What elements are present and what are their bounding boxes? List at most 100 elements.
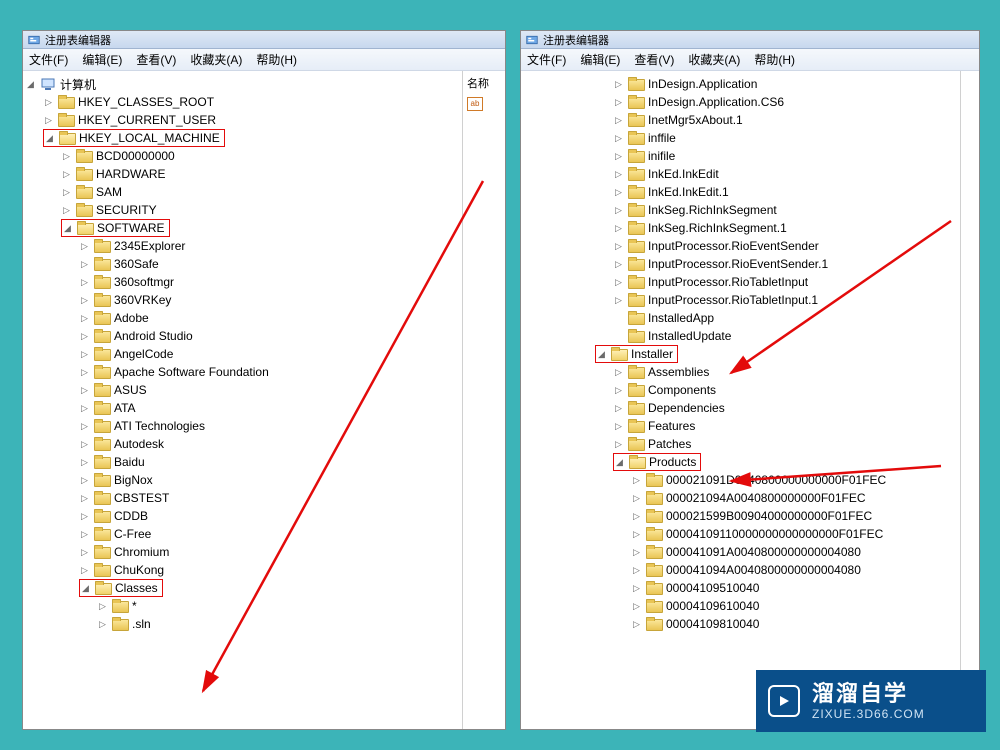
expand-toggle[interactable]: ▷ <box>97 601 108 612</box>
tree-item[interactable]: ◢Installer <box>523 345 960 363</box>
tree-item[interactable]: ◢HKEY_LOCAL_MACHINE <box>25 129 462 147</box>
expand-toggle[interactable]: ▷ <box>631 547 642 558</box>
tree-item[interactable]: ▷Features <box>523 417 960 435</box>
menu-view[interactable]: 查看(V) <box>136 51 176 68</box>
expand-toggle[interactable]: ▷ <box>631 475 642 486</box>
tree-item[interactable]: ▷000021599B00904000000000F01FEC <box>523 507 960 525</box>
tree-item[interactable]: InstalledApp <box>523 309 960 327</box>
tree-item[interactable]: ▷Assemblies <box>523 363 960 381</box>
tree-item[interactable]: ▷inifile <box>523 147 960 165</box>
collapse-toggle[interactable]: ◢ <box>44 133 55 144</box>
expand-toggle[interactable]: ▷ <box>631 493 642 504</box>
menu-file[interactable]: 文件(F) <box>29 51 68 68</box>
titlebar[interactable]: 注册表编辑器 <box>521 31 979 49</box>
expand-toggle[interactable]: ▷ <box>613 187 624 198</box>
expand-toggle[interactable]: ▷ <box>43 115 54 126</box>
tree-item[interactable]: ◢SOFTWARE <box>25 219 462 237</box>
expand-toggle[interactable]: ▷ <box>79 547 90 558</box>
expand-toggle[interactable]: ▷ <box>79 259 90 270</box>
tree-item[interactable]: ▷ATA <box>25 399 462 417</box>
collapse-toggle[interactable]: ◢ <box>596 349 607 360</box>
expand-toggle[interactable]: ▷ <box>79 439 90 450</box>
menubar[interactable]: 文件(F) 编辑(E) 查看(V) 收藏夹(A) 帮助(H) <box>23 49 505 71</box>
collapse-toggle[interactable]: ◢ <box>614 457 625 468</box>
tree-item[interactable]: ▷000041091A0040800000000004080 <box>523 543 960 561</box>
menubar[interactable]: 文件(F) 编辑(E) 查看(V) 收藏夹(A) 帮助(H) <box>521 49 979 71</box>
tree-item[interactable]: ▷Components <box>523 381 960 399</box>
expand-toggle[interactable]: ▷ <box>97 619 108 630</box>
tree-item[interactable]: ▷InDesign.Application.CS6 <box>523 93 960 111</box>
expand-toggle[interactable]: ▷ <box>613 79 624 90</box>
expand-toggle[interactable]: ▷ <box>61 169 72 180</box>
expand-toggle[interactable]: ▷ <box>79 385 90 396</box>
expand-toggle[interactable]: ▷ <box>79 565 90 576</box>
tree-item[interactable]: ▷360Safe <box>25 255 462 273</box>
expand-toggle[interactable]: ▷ <box>79 331 90 342</box>
tree-item[interactable]: ▷SAM <box>25 183 462 201</box>
tree-item[interactable]: ▷BCD00000000 <box>25 147 462 165</box>
tree-item[interactable]: ▷SECURITY <box>25 201 462 219</box>
expand-toggle[interactable]: ▷ <box>613 367 624 378</box>
tree-item[interactable]: ▷00004109610040 <box>523 597 960 615</box>
titlebar[interactable]: 注册表编辑器 <box>23 31 505 49</box>
menu-view[interactable]: 查看(V) <box>634 51 674 68</box>
tree-item[interactable]: ▷InDesign.Application <box>523 75 960 93</box>
expand-toggle[interactable]: ▷ <box>79 277 90 288</box>
expand-toggle[interactable]: ▷ <box>79 367 90 378</box>
tree-item[interactable]: ▷Android Studio <box>25 327 462 345</box>
tree-item[interactable]: ▷InkSeg.RichInkSegment.1 <box>523 219 960 237</box>
tree-item[interactable]: ▷InputProcessor.RioTabletInput <box>523 273 960 291</box>
tree-item[interactable]: ▷InkEd.InkEdit.1 <box>523 183 960 201</box>
tree-item[interactable]: ▷Patches <box>523 435 960 453</box>
string-value-icon[interactable]: ab <box>467 97 483 111</box>
tree-item[interactable]: ▷2345Explorer <box>25 237 462 255</box>
tree-item[interactable]: ▷AngelCode <box>25 345 462 363</box>
menu-edit[interactable]: 编辑(E) <box>82 51 122 68</box>
tree-item[interactable]: ◢Products <box>523 453 960 471</box>
tree-item[interactable]: ▷InetMgr5xAbout.1 <box>523 111 960 129</box>
expand-toggle[interactable]: ▷ <box>613 295 624 306</box>
tree-item[interactable]: ▷00004109510040 <box>523 579 960 597</box>
menu-favorites[interactable]: 收藏夹(A) <box>688 51 740 68</box>
expand-toggle[interactable]: ▷ <box>613 97 624 108</box>
expand-toggle[interactable]: ▷ <box>631 601 642 612</box>
tree-item[interactable]: ▷InputProcessor.RioEventSender <box>523 237 960 255</box>
expand-toggle[interactable]: ▷ <box>79 295 90 306</box>
tree-item[interactable]: ▷ATI Technologies <box>25 417 462 435</box>
tree-item[interactable]: ▷00004109110000000000000000F01FEC <box>523 525 960 543</box>
expand-toggle[interactable]: ▷ <box>79 313 90 324</box>
expand-toggle[interactable]: ▷ <box>613 151 624 162</box>
tree-item[interactable]: ▷InkSeg.RichInkSegment <box>523 201 960 219</box>
tree-item[interactable]: ▷CDDB <box>25 507 462 525</box>
tree-item[interactable]: ▷HARDWARE <box>25 165 462 183</box>
tree-item[interactable]: ▷C-Free <box>25 525 462 543</box>
expand-toggle[interactable]: ▷ <box>79 349 90 360</box>
expand-toggle[interactable]: ▷ <box>613 259 624 270</box>
expand-toggle[interactable]: ▷ <box>61 205 72 216</box>
menu-edit[interactable]: 编辑(E) <box>580 51 620 68</box>
tree-item[interactable]: ▷HKEY_CURRENT_USER <box>25 111 462 129</box>
tree-item[interactable]: ▷HKEY_CLASSES_ROOT <box>25 93 462 111</box>
expand-toggle[interactable]: ▷ <box>79 241 90 252</box>
tree-item[interactable]: ▷Chromium <box>25 543 462 561</box>
tree-item[interactable]: ▷Autodesk <box>25 435 462 453</box>
expand-toggle[interactable]: ▷ <box>631 583 642 594</box>
tree-item[interactable]: ▷* <box>25 597 462 615</box>
menu-help[interactable]: 帮助(H) <box>754 51 795 68</box>
menu-help[interactable]: 帮助(H) <box>256 51 297 68</box>
expand-toggle[interactable]: ▷ <box>61 151 72 162</box>
collapse-toggle[interactable]: ◢ <box>62 223 73 234</box>
expand-toggle[interactable]: ▷ <box>613 403 624 414</box>
menu-file[interactable]: 文件(F) <box>527 51 566 68</box>
tree-item[interactable]: ▷BigNox <box>25 471 462 489</box>
expand-toggle[interactable]: ▷ <box>613 385 624 396</box>
menu-favorites[interactable]: 收藏夹(A) <box>190 51 242 68</box>
tree-item[interactable]: ▷000021094A0040800000000F01FEC <box>523 489 960 507</box>
expand-toggle[interactable]: ▷ <box>631 511 642 522</box>
tree-item[interactable]: ▷Apache Software Foundation <box>25 363 462 381</box>
tree-item[interactable]: ▷InputProcessor.RioEventSender.1 <box>523 255 960 273</box>
expand-toggle[interactable]: ▷ <box>613 133 624 144</box>
tree-item[interactable]: ▷.sln <box>25 615 462 633</box>
expand-toggle[interactable]: ▷ <box>79 403 90 414</box>
expand-toggle[interactable]: ▷ <box>631 565 642 576</box>
